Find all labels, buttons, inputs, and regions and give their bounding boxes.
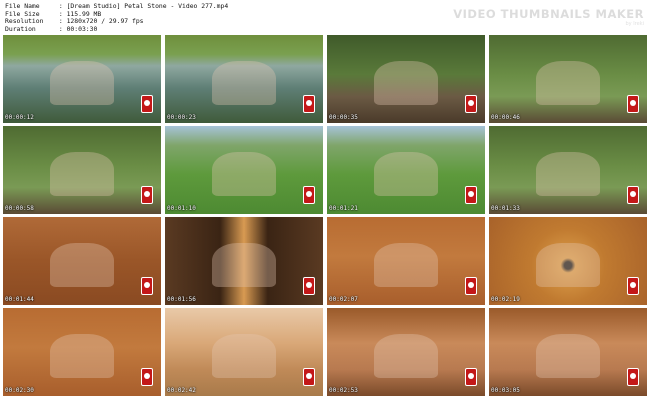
thumbnail-timestamp: 00:02:19 (491, 296, 520, 303)
thumbnail-scene (374, 243, 438, 288)
thumbnail-timestamp: 00:00:23 (167, 114, 196, 121)
thumbnail-timestamp: 00:01:44 (5, 296, 34, 303)
thumbnail-timestamp: 00:00:46 (491, 114, 520, 121)
thumbnail-scene (212, 334, 276, 379)
studio-logo-icon (303, 95, 315, 113)
studio-logo-icon (627, 368, 639, 386)
studio-logo-icon (303, 368, 315, 386)
thumbnail-timestamp: 00:02:42 (167, 387, 196, 394)
studio-logo-icon (465, 95, 477, 113)
thumbnail-scene (374, 334, 438, 379)
thumbnail-timestamp: 00:02:30 (5, 387, 34, 394)
duration-row: Duration : 00:03:30 (5, 24, 98, 33)
thumbnail-timestamp: 00:03:05 (491, 387, 520, 394)
thumbnail: 00:00:23 (165, 35, 323, 123)
thumbnail: 00:02:53 (327, 308, 485, 396)
thumbnail: 00:01:10 (165, 126, 323, 214)
thumbnail-scene (536, 243, 600, 288)
brand-subtitle: by Ireki (625, 21, 644, 27)
studio-logo-icon (627, 277, 639, 295)
thumbnail: 00:00:46 (489, 35, 647, 123)
thumbnail-timestamp: 00:02:07 (329, 296, 358, 303)
thumbnail: 00:00:35 (327, 35, 485, 123)
thumbnail-timestamp: 00:00:12 (5, 114, 34, 121)
thumbnail-scene (212, 152, 276, 197)
brand-watermark: VIDEO THUMBNAILS MAKER by Ireki (453, 7, 644, 27)
thumbnail-timestamp: 00:01:33 (491, 205, 520, 212)
thumbnail: 00:01:21 (327, 126, 485, 214)
studio-logo-icon (303, 186, 315, 204)
thumbnail: 00:02:19 (489, 217, 647, 305)
thumbnail-scene (536, 61, 600, 106)
thumbnail-scene (50, 243, 114, 288)
thumbnail-scene (536, 334, 600, 379)
thumbnail-scene (212, 61, 276, 106)
studio-logo-icon (465, 368, 477, 386)
thumbnail-timestamp: 00:01:56 (167, 296, 196, 303)
thumbnail-scene (374, 61, 438, 106)
thumbnail-scene (212, 243, 276, 288)
studio-logo-icon (465, 186, 477, 204)
thumbnail: 00:03:05 (489, 308, 647, 396)
thumbnail: 00:02:42 (165, 308, 323, 396)
studio-logo-icon (141, 277, 153, 295)
studio-logo-icon (627, 186, 639, 204)
thumbnail-grid: 00:00:12 00:00:23 00:00:35 00:00:46 00:00:58… (3, 35, 647, 396)
thumbnail-scene (536, 152, 600, 197)
thumbnail-scene (374, 152, 438, 197)
thumbnail: 00:01:56 (165, 217, 323, 305)
studio-logo-icon (627, 95, 639, 113)
thumbnail: 00:01:44 (3, 217, 161, 305)
thumbnail: 00:00:58 (3, 126, 161, 214)
thumbnail-scene (50, 61, 114, 106)
studio-logo-icon (141, 368, 153, 386)
thumbnail: 00:02:30 (3, 308, 161, 396)
studio-logo-icon (141, 186, 153, 204)
thumbnail-timestamp: 00:00:35 (329, 114, 358, 121)
brand-title: VIDEO THUMBNAILS MAKER (453, 7, 644, 21)
thumbnail-timestamp: 00:01:21 (329, 205, 358, 212)
thumbnail-timestamp: 00:01:10 (167, 205, 196, 212)
thumbnail-timestamp: 00:02:53 (329, 387, 358, 394)
studio-logo-icon (303, 277, 315, 295)
thumbnail-scene (50, 334, 114, 379)
thumbnail: 00:00:12 (3, 35, 161, 123)
thumbnail-timestamp: 00:00:58 (5, 205, 34, 212)
thumbnail: 00:01:33 (489, 126, 647, 214)
studio-logo-icon (141, 95, 153, 113)
file-info: File Name : [Dream Studio] Petal Stone -… (5, 2, 228, 33)
thumbnail-scene (50, 152, 114, 197)
studio-logo-icon (465, 277, 477, 295)
thumbnail: 00:02:07 (327, 217, 485, 305)
